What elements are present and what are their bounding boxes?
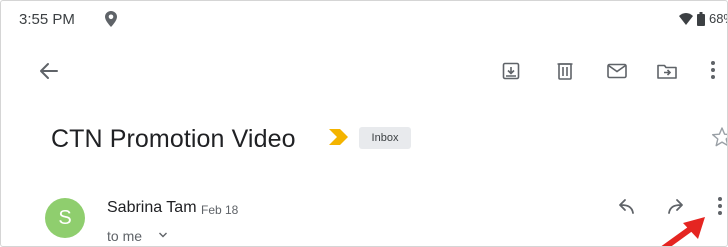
reply-icon[interactable] <box>613 197 637 217</box>
email-date: Feb 18 <box>201 203 239 217</box>
sender-name: Sabrina Tam <box>107 199 197 216</box>
wifi-icon <box>678 12 693 25</box>
forward-icon[interactable] <box>665 197 689 217</box>
move-to-icon[interactable] <box>656 61 678 81</box>
importance-marker-icon[interactable] <box>329 129 349 145</box>
more-vert-icon[interactable] <box>706 59 720 81</box>
delete-icon[interactable] <box>555 61 575 81</box>
battery-level: 68% <box>708 11 727 26</box>
mark-unread-icon[interactable] <box>606 61 628 81</box>
annotation-arrow-icon <box>661 217 705 246</box>
message-more-vert-icon[interactable] <box>713 195 727 219</box>
status-indicators: 68% <box>678 11 727 26</box>
recipient-details-toggle[interactable]: to me <box>107 228 142 244</box>
archive-icon[interactable] <box>501 61 521 81</box>
location-pin-icon <box>105 11 117 27</box>
back-arrow-icon[interactable] <box>37 59 61 83</box>
status-time: 3:55 PM <box>19 11 75 28</box>
inbox-label-chip[interactable]: Inbox <box>359 127 411 149</box>
sender-avatar[interactable]: S <box>45 198 85 238</box>
email-subject: CTN Promotion Video <box>51 125 296 153</box>
chevron-down-icon[interactable] <box>158 231 168 239</box>
star-icon[interactable] <box>711 126 728 148</box>
battery-icon <box>696 11 705 26</box>
email-view-screen: 3:55 PM 68% CTN P <box>0 0 728 247</box>
